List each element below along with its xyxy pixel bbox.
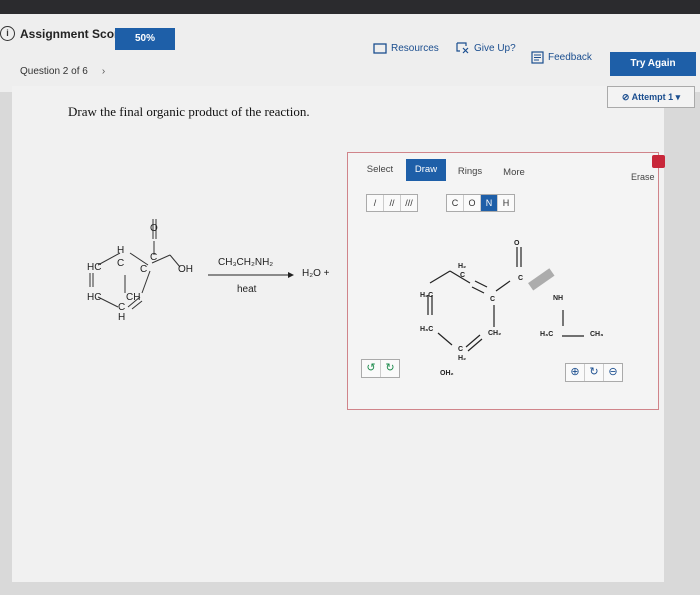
drawn-ch3: CH₃ — [590, 331, 604, 338]
reactant-c-right: C — [150, 252, 158, 263]
undo-icon[interactable]: ↺ — [362, 360, 381, 377]
drawn-c1: C — [518, 275, 524, 282]
reactant-oh: OH — [178, 264, 193, 275]
reactant-c-mid: C — [140, 264, 148, 275]
drawn-h2: H₂ — [458, 263, 467, 270]
drawn-oh2: OH₂ — [440, 370, 454, 377]
atom-c-tool[interactable]: C — [447, 195, 464, 211]
atom-n-tool[interactable]: N — [481, 195, 498, 211]
zoom-out-icon[interactable]: ⊖ — [604, 364, 622, 381]
drawn-h3c-right: H₃C — [540, 331, 554, 338]
reaction-arrow — [208, 272, 294, 278]
reaction-condition: heat — [237, 284, 257, 295]
drawn-c-top: C — [460, 272, 466, 279]
single-bond-tool[interactable]: / — [367, 195, 384, 211]
zoom-in-icon[interactable]: ⊕ — [566, 364, 585, 381]
reactant-h-top: H — [117, 245, 125, 256]
tab-select[interactable]: Select — [362, 159, 398, 181]
drawn-ch2: CH₂ — [488, 330, 502, 337]
info-icon[interactable]: i — [0, 26, 15, 41]
give-up-icon — [456, 42, 469, 54]
redo-icon[interactable]: ↻ — [381, 360, 399, 377]
try-again-button[interactable]: Try Again — [610, 52, 696, 76]
reactant-hc-bottom: HC — [87, 292, 102, 303]
attempt-dropdown[interactable]: ⊘ Attempt 1 ▾ — [607, 86, 695, 108]
reactant-o: O — [150, 223, 158, 234]
assignment-header — [0, 14, 700, 92]
reactant-ch: CH — [126, 292, 141, 303]
drawn-h2-bottom: H₂ — [458, 355, 467, 362]
resources-button[interactable]: Resources — [373, 42, 439, 54]
atom-h-tool[interactable]: H — [498, 195, 514, 211]
double-bond-tool[interactable]: // — [384, 195, 401, 211]
reset-view-icon[interactable]: ↻ — [585, 364, 604, 381]
drawn-nh: NH — [553, 295, 564, 302]
bond-toolbox: / // /// — [366, 194, 418, 212]
atom-o-tool[interactable]: O — [464, 195, 481, 211]
byproduct-label: H₂O + — [302, 268, 330, 279]
attempt-status-icon: ⊘ — [621, 92, 632, 102]
score-badge: 50% — [115, 28, 175, 50]
resources-label: Resources — [391, 42, 439, 54]
atom-toolbox: C O N H — [446, 194, 515, 212]
zoom-controls: ⊕ ↻ ⊖ — [565, 363, 623, 382]
drawn-o: O — [514, 240, 520, 247]
reagent-formula: CH₃CH₂NH₂ — [218, 257, 274, 268]
reactant-hc-top: HC — [87, 262, 102, 273]
question-navigator[interactable]: Question 2 of 6 › — [20, 66, 105, 77]
chevron-right-icon[interactable]: › — [102, 66, 105, 77]
feedback-label: Feedback — [548, 52, 592, 63]
score-label: Assignment Score: — [20, 27, 130, 41]
feedback-button[interactable]: Feedback — [531, 51, 592, 64]
undo-redo-controls: ↺ ↻ — [361, 359, 400, 378]
give-up-button[interactable]: Give Up? — [456, 42, 516, 55]
question-nav-label: Question 2 of 6 — [20, 66, 88, 77]
reactant-h-bottom: H — [118, 312, 126, 323]
attempt-label: Attempt 1 — [631, 92, 674, 102]
question-prompt: Draw the final organic product of the re… — [68, 104, 310, 119]
caret-down-icon: ▾ — [673, 92, 681, 102]
drawn-h2c: H₂C — [420, 292, 434, 299]
drawn-c-bottom: C — [458, 346, 464, 353]
tab-rings[interactable]: Rings — [452, 161, 488, 183]
drawn-c-right: C — [490, 296, 496, 303]
tab-draw[interactable]: Draw — [406, 159, 446, 181]
triple-bond-tool[interactable]: /// — [401, 195, 417, 211]
give-up-label: Give Up? — [474, 43, 516, 54]
tab-more[interactable]: More — [496, 162, 532, 184]
folder-icon — [373, 43, 387, 54]
reactant-c-top: C — [117, 258, 125, 269]
feedback-icon — [531, 51, 544, 64]
drawn-h3c: H₃C — [420, 326, 434, 333]
erase-icon[interactable] — [652, 155, 665, 168]
erase-button[interactable]: Erase — [631, 172, 655, 182]
